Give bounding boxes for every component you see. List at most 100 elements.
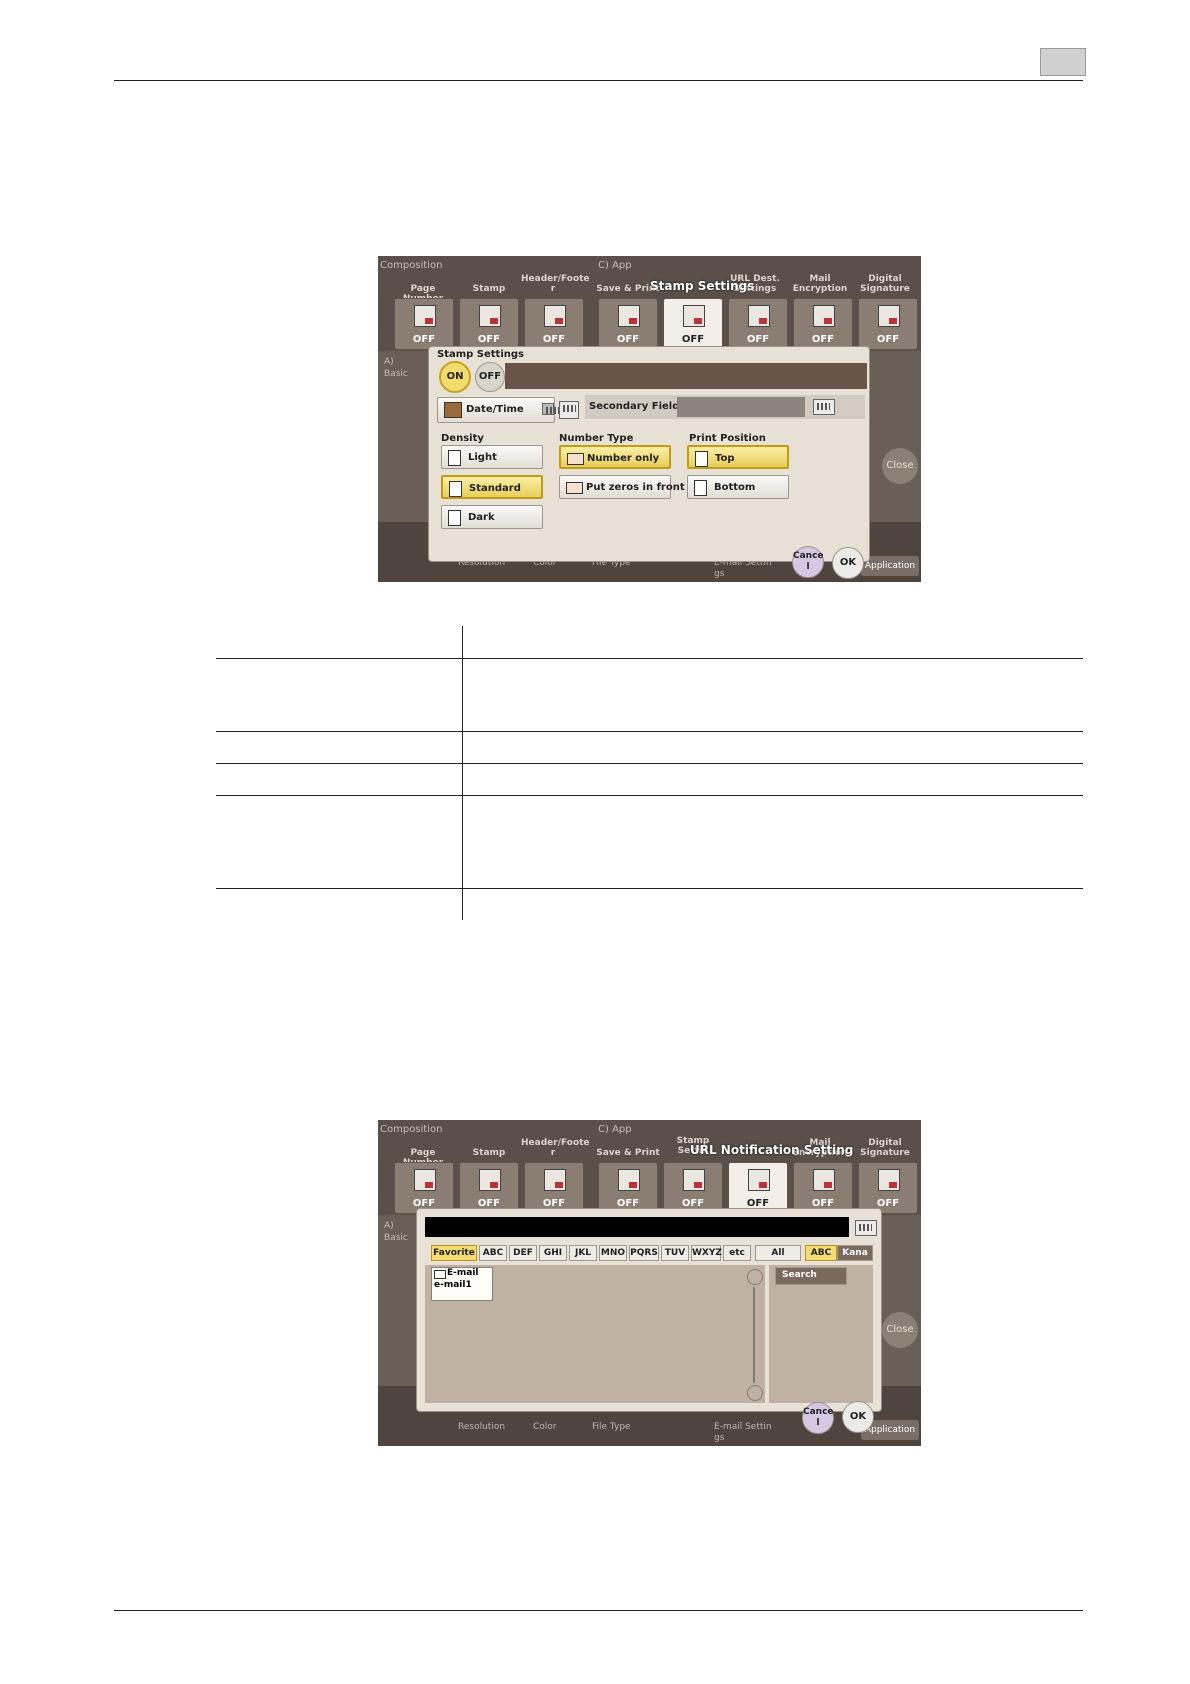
- stamp-settings-screenshot: Composition C) App A) Basic Page Number …: [378, 256, 921, 582]
- mail-encryption-icon: [813, 305, 835, 327]
- keyboard-icon[interactable]: [813, 399, 835, 415]
- stamp-settings-tile[interactable]: OFF: [663, 298, 723, 350]
- density-light-button[interactable]: Light: [441, 445, 543, 469]
- cancel-button[interactable]: Cance l: [802, 1402, 834, 1434]
- mail-encryption-icon: [813, 1169, 835, 1191]
- side-panel: [769, 1265, 873, 1403]
- bottom-file-type: File Type: [592, 1422, 631, 1432]
- tab-tuv[interactable]: TUV: [661, 1245, 689, 1261]
- stamp-tile[interactable]: OFF: [459, 1162, 519, 1214]
- url-notification-tile[interactable]: OFF: [728, 1162, 788, 1214]
- page-icon: [695, 451, 708, 467]
- scrollbar-track[interactable]: [753, 1287, 755, 1383]
- tab-wxyz[interactable]: WXYZ: [691, 1245, 722, 1261]
- list-item[interactable]: E-mail e-mail1: [431, 1267, 493, 1301]
- mode-kana[interactable]: Kana: [837, 1245, 873, 1261]
- cancel-button[interactable]: Cance l: [792, 546, 824, 578]
- page-number-tile[interactable]: OFF: [394, 1162, 454, 1214]
- address-input[interactable]: [425, 1217, 849, 1237]
- dialog-title-overlay: Stamp Settings: [650, 279, 755, 293]
- group-composition: Composition: [380, 1124, 443, 1135]
- url-dest-icon: [748, 305, 770, 327]
- number-icon: [566, 482, 583, 494]
- ok-button[interactable]: OK: [832, 547, 864, 579]
- date-time-button[interactable]: Date/Time: [437, 397, 555, 423]
- table-row-rule: [216, 763, 1083, 764]
- search-button[interactable]: Search: [775, 1267, 847, 1285]
- tile-label-digital-signature: Digital Signature: [860, 1138, 910, 1158]
- table-column-divider: [462, 626, 463, 920]
- stamp-settings-tile[interactable]: OFF: [663, 1162, 723, 1214]
- tab-favorite[interactable]: Favorite: [431, 1245, 477, 1261]
- off-button[interactable]: OFF: [475, 362, 505, 392]
- position-top-button[interactable]: Top: [687, 445, 789, 469]
- page-number-tile[interactable]: OFF: [394, 298, 454, 350]
- ok-button[interactable]: OK: [842, 1401, 874, 1433]
- table-row-rule: [216, 658, 1083, 659]
- group-basic: A) Basic: [384, 357, 408, 379]
- group-app: C) App: [598, 1124, 632, 1135]
- tab-pqrs[interactable]: PQRS: [629, 1245, 659, 1261]
- tile-label-save-print: Save & Print: [596, 1148, 660, 1158]
- page-icon: [694, 480, 707, 496]
- scroll-up-icon[interactable]: [747, 1269, 763, 1285]
- secondary-field-input[interactable]: [677, 397, 805, 417]
- mode-abc[interactable]: ABC: [805, 1245, 837, 1261]
- entry-type: E-mail: [447, 1268, 479, 1278]
- position-bottom-button[interactable]: Bottom: [687, 475, 789, 499]
- table-row-rule: [216, 888, 1083, 889]
- group-app: C) App: [598, 260, 632, 271]
- url-dest-tile[interactable]: OFF: [728, 298, 788, 350]
- keyboard-icon[interactable]: [855, 1220, 877, 1236]
- tile-label-stamp: Stamp: [472, 284, 506, 294]
- save-print-tile[interactable]: OFF: [598, 298, 658, 350]
- tab-etc[interactable]: etc: [723, 1245, 751, 1261]
- entry-name: e-mail1: [434, 1280, 472, 1290]
- tile-label-digital-signature: Digital Signature: [860, 274, 910, 294]
- tab-ghi[interactable]: GHI: [539, 1245, 567, 1261]
- table-row-rule: [216, 731, 1083, 732]
- tab-all[interactable]: All: [755, 1245, 801, 1261]
- digital-signature-tile[interactable]: OFF: [858, 1162, 918, 1214]
- date-time-checkbox[interactable]: [542, 403, 559, 415]
- header-footer-icon: [544, 305, 566, 327]
- save-print-icon: [618, 1169, 640, 1191]
- tab-def[interactable]: DEF: [509, 1245, 537, 1261]
- tab-abc[interactable]: ABC: [479, 1245, 507, 1261]
- header-footer-tile[interactable]: OFF: [524, 1162, 584, 1214]
- number-icon: [567, 453, 584, 465]
- mail-encryption-tile[interactable]: OFF: [793, 1162, 853, 1214]
- digital-signature-tile[interactable]: OFF: [858, 298, 918, 350]
- dialog-title-overlay: URL Notification Setting: [690, 1143, 854, 1157]
- tab-jkl[interactable]: JKL: [569, 1245, 597, 1261]
- envelope-icon: [434, 1270, 446, 1279]
- calendar-icon: [444, 402, 462, 418]
- mail-encryption-tile[interactable]: OFF: [793, 298, 853, 350]
- density-label: Density: [441, 433, 484, 444]
- density-standard-button[interactable]: Standard: [441, 475, 543, 499]
- tile-label-header-footer: Header/Foote r: [521, 274, 590, 294]
- table-row-rule: [216, 795, 1083, 796]
- index-tabs: Favorite ABC DEF GHI JKL MNO PQRS TUV WX…: [431, 1245, 801, 1261]
- save-print-tile[interactable]: OFF: [598, 1162, 658, 1214]
- scroll-down-icon[interactable]: [747, 1385, 763, 1401]
- close-button[interactable]: Close: [882, 1312, 918, 1348]
- header-footer-tile[interactable]: OFF: [524, 298, 584, 350]
- url-notification-icon: [748, 1169, 770, 1191]
- tab-mno[interactable]: MNO: [599, 1245, 627, 1261]
- dialog-title: Stamp Settings: [437, 349, 524, 360]
- layout-icon[interactable]: [559, 401, 579, 419]
- page-number-box: [1040, 48, 1086, 76]
- page-icon: [448, 510, 461, 526]
- number-only-button[interactable]: Number only: [559, 445, 671, 469]
- on-button[interactable]: ON: [439, 361, 471, 393]
- stamp-tile[interactable]: OFF: [459, 298, 519, 350]
- print-position-label: Print Position: [689, 433, 766, 444]
- bottom-color: Color: [533, 1422, 557, 1432]
- stamp-settings-icon: [683, 305, 705, 327]
- close-button[interactable]: Close: [882, 448, 918, 484]
- zeros-in-front-button[interactable]: Put zeros in front: [559, 475, 685, 499]
- footer-rule: [114, 1610, 1083, 1611]
- group-basic: A) Basic: [384, 1221, 408, 1243]
- density-dark-button[interactable]: Dark: [441, 505, 543, 529]
